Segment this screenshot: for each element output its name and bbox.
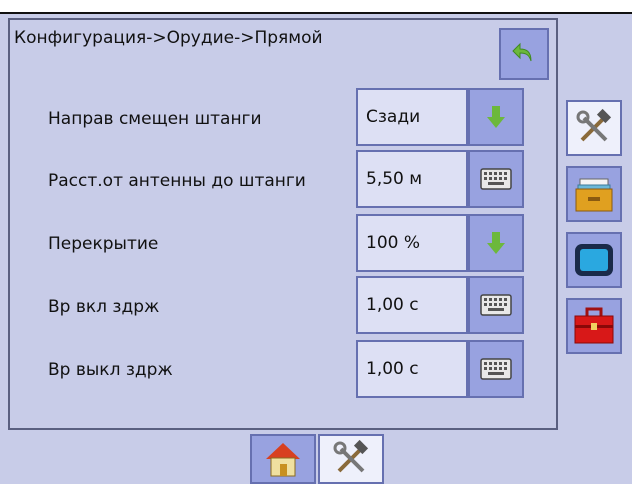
home-icon [266,443,300,477]
row-label-on-delay: Вр вкл здрж [48,297,160,317]
tools-icon [333,439,369,473]
value-overlap[interactable]: 100 % [356,214,468,272]
side-tab-tools[interactable] [566,100,622,156]
row-label-off-delay: Вр выкл здрж [48,360,173,380]
screen: Конфигурация->Орудие->Прямой Направ смещ… [0,0,632,484]
top-border [0,0,632,14]
bottom-tab-tools[interactable] [318,434,384,484]
value-off-delay[interactable]: 1,00 с [356,340,468,398]
value-boom-offset-direction[interactable]: Сзади [356,88,468,146]
folder-icon [575,178,613,212]
back-arrow-icon [512,42,532,62]
display-icon [575,244,613,276]
keyboard-button-off-delay[interactable] [468,340,524,398]
side-tab-toolbox[interactable] [566,298,622,354]
keyboard-icon [480,168,512,190]
keyboard-icon [480,358,512,380]
dropdown-button-overlap[interactable] [468,214,524,272]
value-antenna-distance[interactable]: 5,50 м [356,150,468,208]
breadcrumb: Конфигурация->Орудие->Прямой [14,28,323,48]
back-button[interactable] [499,28,549,80]
dropdown-button-boom-offset-direction[interactable] [468,88,524,146]
keyboard-button-on-delay[interactable] [468,276,524,334]
tools-icon [576,108,612,142]
toolbox-icon [574,307,614,344]
side-tab-display[interactable] [566,232,622,288]
down-arrow-icon [487,232,505,254]
row-label-boom-offset-direction: Направ смещен штанги [48,109,262,129]
down-arrow-icon [487,106,505,128]
keyboard-icon [480,294,512,316]
row-label-overlap: Перекрытие [48,234,159,254]
keyboard-button-antenna-distance[interactable] [468,150,524,208]
value-on-delay[interactable]: 1,00 с [356,276,468,334]
bottom-tab-home[interactable] [250,434,316,484]
row-label-antenna-distance: Расст.от антенны до штанги [48,171,306,191]
side-tab-data[interactable] [566,166,622,222]
